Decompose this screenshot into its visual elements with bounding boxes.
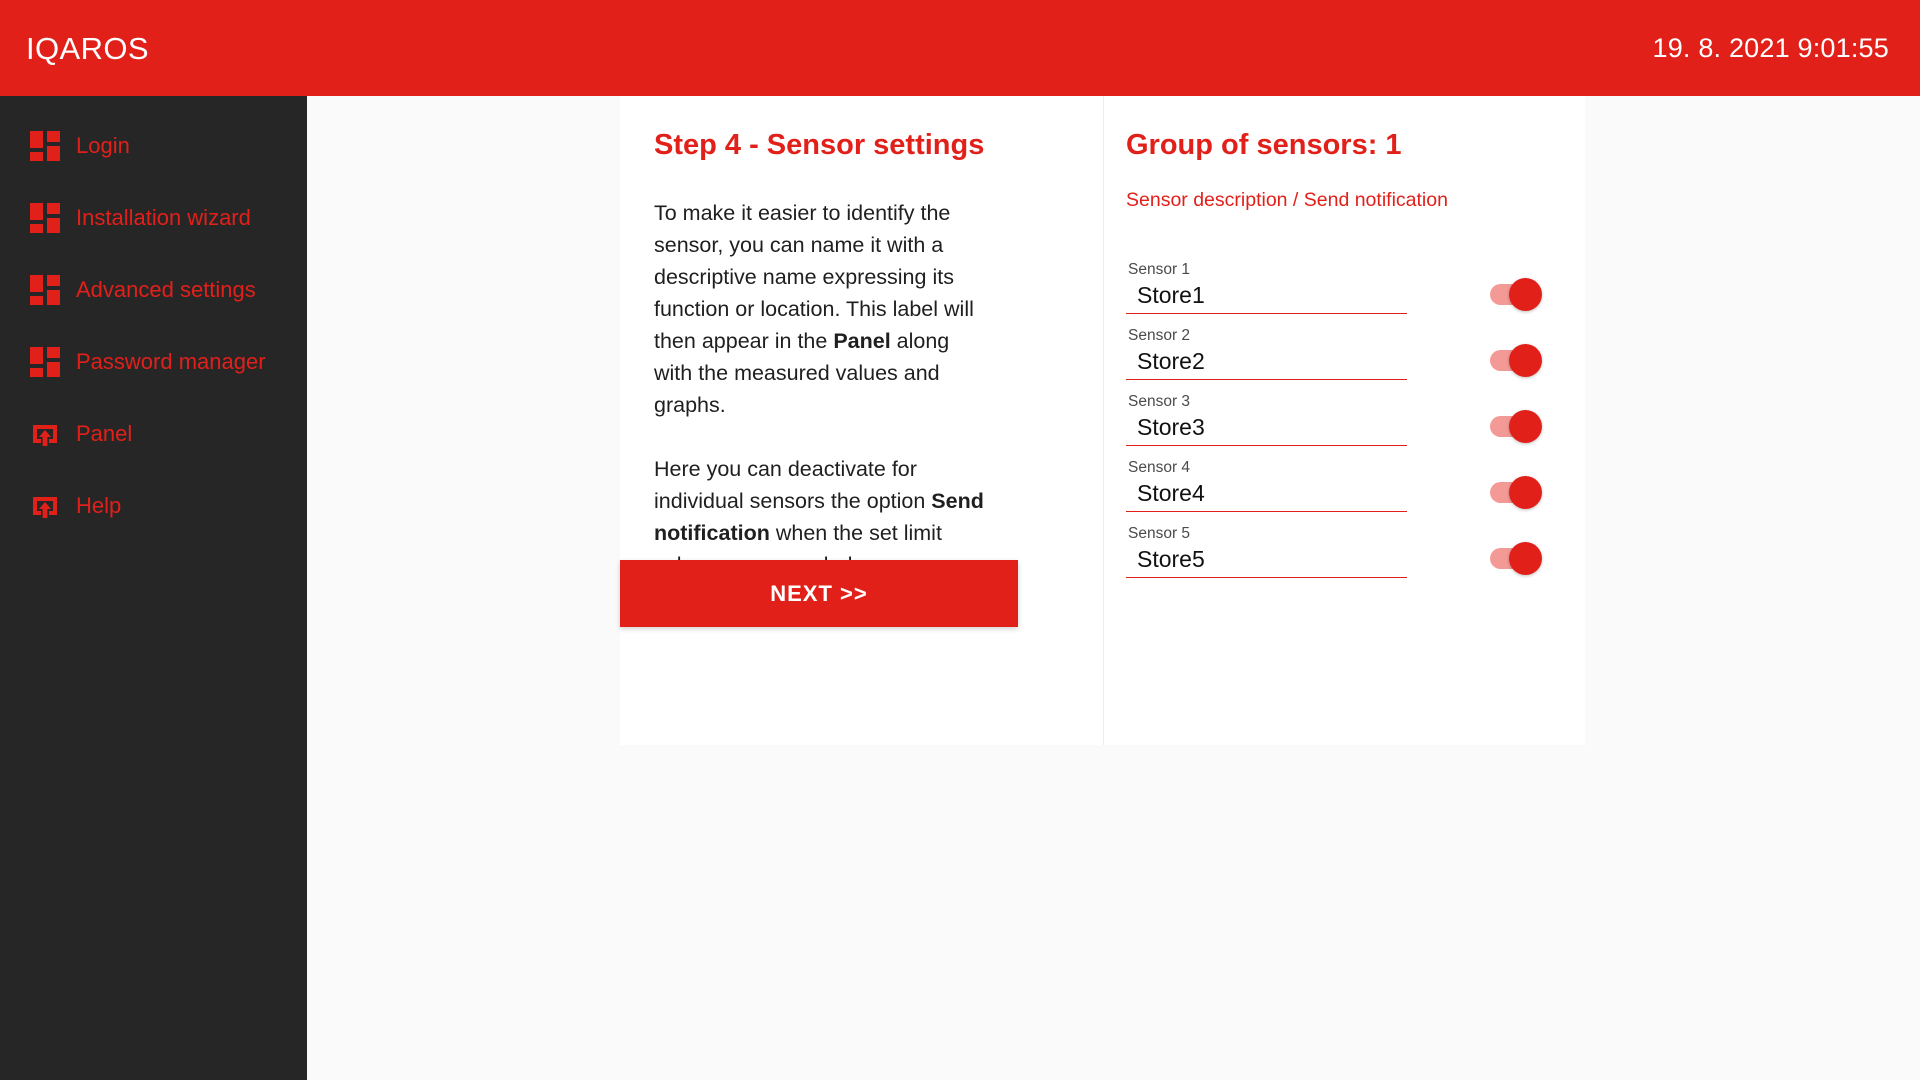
notification-toggle-wrap — [1407, 542, 1549, 578]
send-notification-toggle[interactable] — [1490, 476, 1542, 510]
send-notification-toggle[interactable] — [1490, 278, 1542, 312]
sensor-name-input[interactable] — [1126, 544, 1407, 575]
export-box-arrow-up-icon — [30, 419, 60, 449]
sensor-name-field[interactable]: Sensor 4 — [1126, 458, 1407, 513]
sensor-label: Sensor 1 — [1128, 261, 1191, 279]
sensor-name-field[interactable]: Sensor 3 — [1126, 392, 1407, 447]
sensor-label: Sensor 4 — [1128, 459, 1191, 477]
sidebar-item-label: Help — [76, 493, 122, 518]
sensor-row: Sensor 2 — [1126, 314, 1549, 381]
toggle-knob — [1509, 344, 1542, 378]
sensor-label: Sensor 2 — [1128, 327, 1191, 345]
sidebar-item-label: Login — [76, 133, 130, 158]
page-title: Step 4 - Sensor settings — [654, 129, 985, 161]
sensor-list: Sensor 1 Sensor 2 — [1126, 248, 1549, 579]
notification-toggle-wrap — [1407, 410, 1549, 446]
toggle-knob — [1509, 278, 1542, 312]
sidebar-item-password-manager[interactable]: Password manager — [0, 326, 307, 398]
page-background: Step 4 - Sensor settings To make it easi… — [307, 96, 1920, 1080]
sidebar-item-help[interactable]: Help — [0, 470, 307, 542]
sensor-row: Sensor 5 — [1126, 512, 1549, 579]
send-notification-toggle[interactable] — [1490, 344, 1542, 378]
sensor-name-input[interactable] — [1126, 478, 1407, 509]
wizard-instructions-panel: Step 4 - Sensor settings To make it easi… — [620, 96, 1103, 745]
sensor-group-panel: Group of sensors: 1 Sensor description /… — [1103, 96, 1585, 745]
next-button[interactable]: NEXT >> — [620, 560, 1018, 627]
notification-toggle-wrap — [1407, 476, 1549, 512]
app-brand-title: IQAROS — [26, 30, 149, 66]
sidebar-item-label: Password manager — [76, 349, 266, 374]
sidebar-item-login[interactable]: Login — [0, 110, 307, 182]
paragraph-text: Here you can deactivate for individual s… — [654, 456, 932, 513]
toggle-knob — [1509, 476, 1542, 510]
notification-toggle-wrap — [1407, 344, 1549, 380]
sensor-row: Sensor 4 — [1126, 446, 1549, 513]
tiles-icon — [30, 131, 60, 161]
sensor-name-field[interactable]: Sensor 5 — [1126, 524, 1407, 579]
notification-toggle-wrap — [1407, 278, 1549, 314]
send-notification-toggle[interactable] — [1490, 410, 1542, 444]
wizard-card: Step 4 - Sensor settings To make it easi… — [620, 96, 1585, 745]
sensor-name-input[interactable] — [1126, 346, 1407, 377]
export-box-arrow-up-icon — [30, 491, 60, 521]
toggle-knob — [1509, 410, 1542, 444]
sidebar-item-installation-wizard[interactable]: Installation wizard — [0, 182, 307, 254]
tiles-icon — [30, 275, 60, 305]
sidebar-item-panel[interactable]: Panel — [0, 398, 307, 470]
sidebar-item-label: Panel — [76, 421, 133, 446]
sensor-label: Sensor 5 — [1128, 525, 1191, 543]
sensor-group-subtitle: Sensor description / Send notification — [1126, 188, 1448, 211]
sidebar-item-label: Advanced settings — [76, 277, 256, 302]
tiles-icon — [30, 203, 60, 233]
app-header: IQAROS 19. 8. 2021 9:01:55 — [0, 0, 1920, 96]
sensor-label: Sensor 3 — [1128, 393, 1191, 411]
sidebar-item-advanced-settings[interactable]: Advanced settings — [0, 254, 307, 326]
header-datetime: 19. 8. 2021 9:01:55 — [1652, 32, 1889, 63]
instruction-paragraph-1: To make it easier to identify the sensor… — [654, 197, 984, 421]
sensor-name-input[interactable] — [1126, 280, 1407, 311]
sensor-name-field[interactable]: Sensor 2 — [1126, 326, 1407, 381]
sensor-row: Sensor 1 — [1126, 248, 1549, 315]
sidebar-item-label: Installation wizard — [76, 205, 251, 230]
sidebar: Login Installation wizard Advanced setti… — [0, 96, 307, 1080]
send-notification-toggle[interactable] — [1490, 542, 1542, 576]
sensor-name-input[interactable] — [1126, 412, 1407, 443]
tiles-icon — [30, 347, 60, 377]
sensor-row: Sensor 3 — [1126, 380, 1549, 447]
sensor-name-field[interactable]: Sensor 1 — [1126, 260, 1407, 315]
toggle-knob — [1509, 542, 1542, 576]
sensor-group-title: Group of sensors: 1 — [1126, 129, 1402, 161]
paragraph-emphasis: Panel — [833, 328, 891, 353]
